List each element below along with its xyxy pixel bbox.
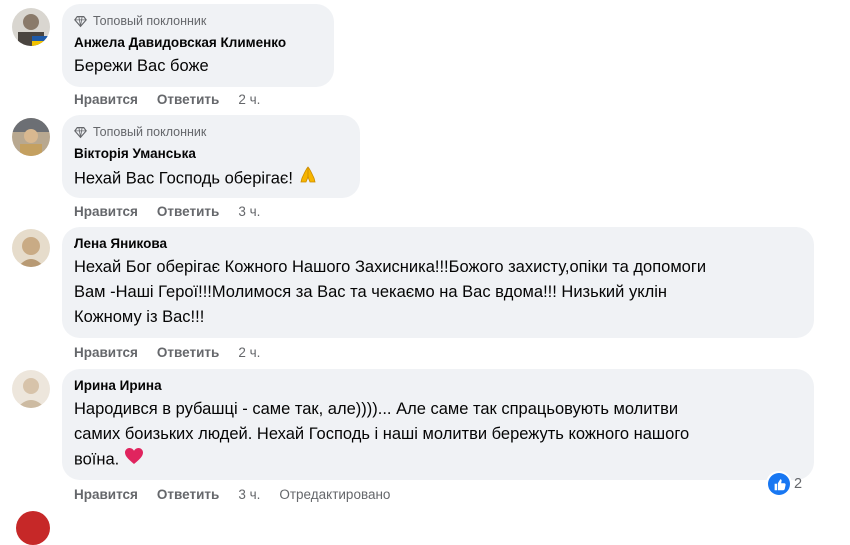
comment-text: Бережи Вас боже (74, 57, 209, 75)
comment-text: Народився в рубашці - саме так, але)))).… (74, 397, 802, 473)
comment-bubble: Ирина Ирина Народився в рубашці - саме т… (62, 369, 814, 480)
comment-author[interactable]: Анжела Давидовская Клименко (74, 34, 322, 52)
edited-label: Отредактировано (279, 486, 391, 502)
comment-author[interactable]: Ирина Ирина (74, 377, 802, 395)
timestamp[interactable]: 3 ч. (238, 487, 260, 502)
comment-line: Нехай Бог оберігає Кожного Нашого Захисн… (74, 258, 707, 276)
like-button[interactable]: Нравится (74, 487, 138, 502)
avatar[interactable] (12, 229, 50, 267)
comment-author[interactable]: Вікторія Уманська (74, 145, 348, 163)
comment-text: Нехай Вас Господь оберігає! (74, 169, 293, 188)
diamond-icon (74, 15, 87, 27)
like-reaction-icon (768, 473, 790, 495)
top-fan-badge: Топовый поклонник (74, 123, 348, 141)
comment-text-row: Нехай Вас Господь оберігає! (74, 165, 348, 193)
folded-hands-icon (298, 165, 318, 193)
reply-button[interactable]: Ответить (157, 487, 219, 502)
comment-actions: Нравится Ответить 2 ч. (74, 89, 260, 109)
like-button[interactable]: Нравится (74, 204, 138, 219)
badge-label: Топовый поклонник (93, 125, 207, 139)
diamond-icon (74, 126, 87, 138)
reaction-count: 2 (794, 476, 803, 492)
reply-button[interactable]: Ответить (157, 345, 219, 360)
comment-bubble: Топовый поклонник Анжела Давидовская Кли… (62, 4, 334, 87)
avatar[interactable] (12, 118, 50, 156)
comment-actions: Нравится Ответить 2 ч. (74, 342, 260, 362)
timestamp[interactable]: 3 ч. (238, 204, 260, 219)
comment-line: Вам -Наші Герої!!!Молимося за Вас та чек… (74, 283, 668, 301)
badge-label: Топовый поклонник (93, 14, 207, 28)
red-heart-icon (124, 447, 144, 473)
reaction-summary[interactable]: 2 (768, 472, 802, 496)
comment-text: Нехай Бог оберігає Кожного Нашого Захисн… (74, 255, 802, 330)
comment-bubble: Топовый поклонник Вікторія Уманська Неха… (62, 115, 360, 198)
avatar[interactable] (12, 8, 50, 46)
avatar[interactable] (12, 370, 50, 408)
reply-button[interactable]: Ответить (157, 92, 219, 107)
comment-line: Народився в рубашці - саме так, але)))).… (74, 400, 679, 418)
comment-line: самих боизьких людей. Нехай Господь і на… (74, 425, 690, 443)
comment-line: воїна. (74, 450, 120, 469)
like-button[interactable]: Нравится (74, 92, 138, 107)
like-button[interactable]: Нравится (74, 345, 138, 360)
reply-button[interactable]: Ответить (157, 204, 219, 219)
avatar[interactable] (16, 511, 50, 545)
timestamp[interactable]: 2 ч. (238, 345, 260, 360)
comment-line: Кожному із Вас!!! (74, 308, 205, 326)
comment-line-row: воїна. (74, 447, 802, 473)
timestamp[interactable]: 2 ч. (238, 92, 260, 107)
comment-bubble: Лена Яникова Нехай Бог оберігає Кожного … (62, 227, 814, 338)
comment-author[interactable]: Лена Яникова (74, 235, 802, 253)
top-fan-badge: Топовый поклонник (74, 12, 322, 30)
comment-actions: Нравится Ответить 3 ч. (74, 201, 260, 221)
comment-actions: Нравится Ответить 3 ч. Отредактировано (74, 484, 390, 504)
